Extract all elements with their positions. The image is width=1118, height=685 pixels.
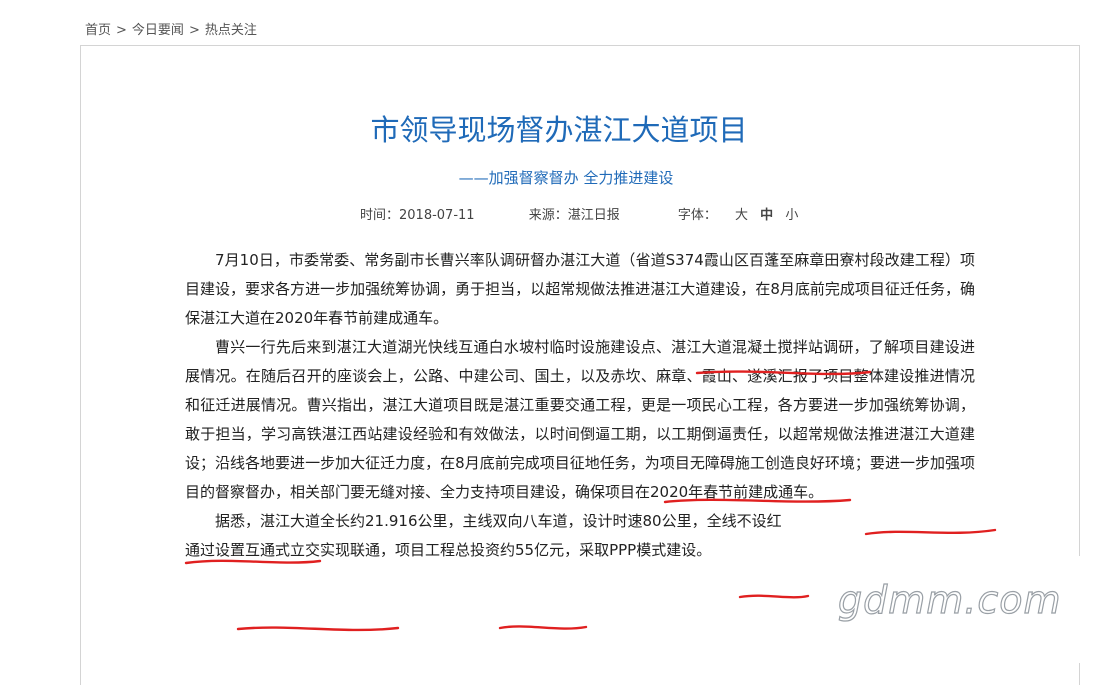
font-size-medium-button[interactable]: 中 — [760, 204, 773, 223]
article-paragraph: 据悉，湛江大道全长约21.916公里，主线双向八车道，设计时速80公里，全线不设… — [215, 512, 782, 530]
publish-date: 时间：2018-07-11 — [360, 208, 475, 223]
breadcrumb-home-link[interactable]: 首页 — [85, 23, 111, 38]
article-body: 7月10日，市委常委、常务副市长曹兴率队调研督办湛江大道（省道S374霞山区百蓬… — [185, 246, 975, 565]
article-paragraph: 曹兴一行先后来到湛江大道湖光快线互通白水坡村临时设施建设点、湛江大道混凝土搅拌站… — [185, 338, 975, 501]
breadcrumb: 首页 > 今日要闻 > 热点关注 — [85, 19, 257, 38]
site-watermark: gdmm.com — [837, 577, 1062, 622]
article-subtitle: ——加强督察督办 全力推进建设 — [458, 169, 674, 187]
article-title: 市领导现场督办湛江大道项目 — [370, 113, 748, 148]
font-size-small-button[interactable]: 小 — [785, 204, 798, 223]
breadcrumb-news-link[interactable]: 今日要闻 — [132, 23, 184, 38]
article-paragraph: 7月10日，市委常委、常务副市长曹兴率队调研督办湛江大道（省道S374霞山区百蓬… — [185, 251, 975, 327]
article-source: 来源：湛江日报 — [528, 208, 620, 223]
breadcrumb-current-link[interactable]: 热点关注 — [205, 23, 257, 38]
article-meta: 时间：2018-07-11 来源：湛江日报 字体： 大 中 小 — [360, 204, 802, 223]
breadcrumb-separator: > — [116, 23, 127, 38]
font-size-label: 字体： — [677, 208, 717, 223]
breadcrumb-separator: > — [188, 23, 200, 38]
font-size-large-button[interactable]: 大 — [735, 204, 748, 223]
